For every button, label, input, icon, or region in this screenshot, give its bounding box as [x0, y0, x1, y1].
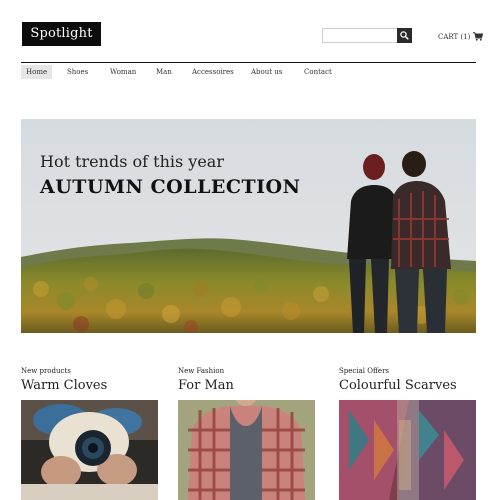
product-eyebrow: New Fashion — [178, 367, 225, 375]
nav-item-home[interactable]: Home — [21, 65, 53, 79]
cart-label: CART (1) — [438, 32, 471, 41]
main-nav: Home Shoes Woman Man Accessoires About u… — [21, 65, 481, 79]
nav-item-contact[interactable]: Contact — [304, 65, 332, 79]
product-title[interactable]: For Man — [178, 378, 234, 394]
hero-subtitle: Hot trends of this year — [40, 152, 224, 171]
brand-logo[interactable]: Spotlight — [22, 22, 101, 46]
search-icon — [400, 31, 409, 40]
product-title[interactable]: Warm Cloves — [21, 378, 107, 394]
nav-item-man[interactable]: Man — [156, 65, 172, 79]
search-form — [322, 28, 412, 43]
nav-item-shoes[interactable]: Shoes — [67, 65, 88, 79]
hero-title: AUTUMN COLLECTION — [40, 176, 301, 198]
product-card-for-man[interactable]: New Fashion For Man — [178, 366, 315, 500]
shopping-cart-icon — [473, 32, 484, 41]
product-eyebrow: Special Offers — [339, 367, 390, 375]
hero-banner[interactable]: Hot trends of this year AUTUMN COLLECTIO… — [21, 119, 476, 333]
header-divider — [21, 62, 476, 63]
cart-link[interactable]: CART (1) — [438, 31, 484, 42]
nav-item-about-us[interactable]: About us — [251, 65, 282, 79]
product-image-shirt[interactable] — [178, 400, 315, 500]
search-input[interactable] — [322, 28, 399, 43]
product-image-scarf[interactable] — [339, 400, 476, 500]
nav-item-accessoires[interactable]: Accessoires — [192, 65, 234, 79]
product-eyebrow: New products — [21, 367, 71, 375]
nav-item-woman[interactable]: Woman — [110, 65, 136, 79]
product-title[interactable]: Colourful Scarves — [339, 378, 457, 394]
search-button[interactable] — [397, 28, 412, 43]
product-image-gloves[interactable] — [21, 400, 158, 500]
product-card-warm-cloves[interactable]: New products Warm Cloves — [21, 366, 158, 500]
product-card-colourful-scarves[interactable]: Special Offers Colourful Scarves — [339, 366, 476, 500]
